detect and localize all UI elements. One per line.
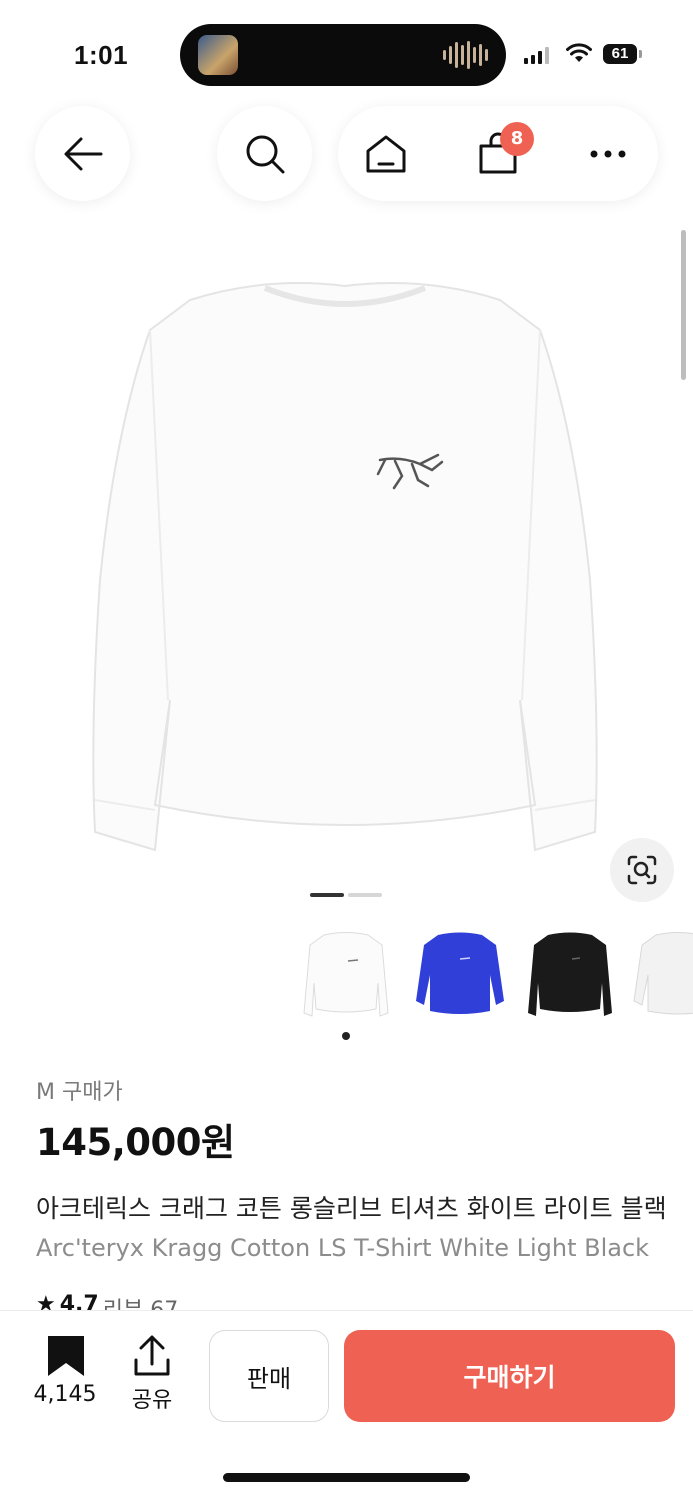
search-icon [246,135,284,173]
home-button[interactable] [360,128,412,180]
arrow-left-icon [64,137,102,170]
bookmark-count: 4,145 [33,1382,97,1407]
battery-tip [639,50,642,58]
share-label: 공유 [131,1388,173,1413]
review-count: 리뷰 67 [103,1292,178,1310]
search-button[interactable] [217,106,312,201]
rating-value: 4.7 [59,1292,99,1310]
color-thumbnail-black[interactable] [520,925,620,1025]
dynamic-island[interactable] [180,24,506,86]
color-thumbnail-white[interactable] [296,925,396,1025]
home-indicator[interactable] [223,1473,470,1482]
nav-actions-pill [338,106,658,201]
cart-count-badge: 8 [500,122,534,156]
more-button[interactable] [582,128,634,180]
more-horizontal-icon [590,150,626,158]
sell-button[interactable]: 판매 [209,1330,329,1422]
bookmark-icon[interactable] [46,1334,86,1378]
pager-indicator [348,893,382,897]
image-search-icon [627,855,657,885]
product-title-korean: 아크테릭스 크래그 코튼 롱슬리브 티셔츠 화이트 라이트 블랙 [36,1194,667,1223]
back-button[interactable] [35,106,130,201]
battery-indicator: 61 [603,44,637,64]
status-time: 1:01 [74,40,129,70]
product-title-english: Arc'teryx Kragg Cotton LS T-Shirt White … [36,1234,650,1262]
home-icon [366,135,406,173]
music-artwork-icon [198,35,238,75]
image-search-button[interactable] [610,838,674,902]
product-rating[interactable]: ★ 4.7 리뷰 67 [36,1292,178,1310]
star-icon: ★ [36,1292,56,1310]
cellular-signal-icon [524,46,549,64]
scrollbar[interactable] [681,230,686,380]
buy-button[interactable]: 구매하기 [344,1330,675,1422]
thumbnail-indicator [342,1032,350,1040]
share-icon[interactable] [132,1334,172,1378]
product-main-image[interactable] [80,280,610,860]
image-pager [310,893,382,897]
color-thumbnail-light-grey[interactable] [628,925,693,1025]
size-price-label: M 구매가 [36,1080,123,1105]
pager-indicator-active [310,893,344,897]
color-thumbnail-blue[interactable] [410,925,510,1025]
wifi-icon [566,43,592,62]
audio-wave-icon [443,40,488,70]
product-price: 145,000원 [36,1121,235,1164]
